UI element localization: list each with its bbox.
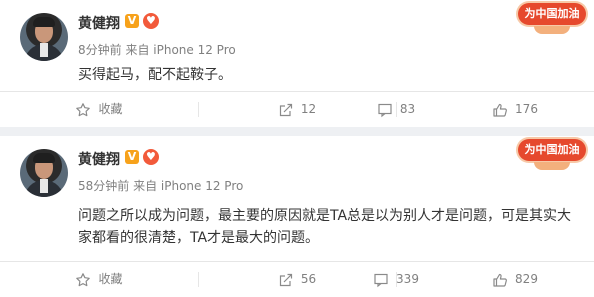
brand-badge: 为中国加油 — [518, 139, 586, 161]
star-icon — [76, 272, 91, 286]
post-text: 问题之所以成为问题，最主要的原因就是TA总是以为别人才是问题，可是其实大家都看的… — [78, 208, 572, 246]
comment-icon — [378, 103, 392, 117]
avatar-shirt — [40, 43, 48, 57]
author-name[interactable]: 黄健翔 — [78, 149, 120, 169]
verified-badge-icon: V — [125, 150, 139, 164]
avatar[interactable] — [20, 13, 68, 61]
repost-icon — [279, 273, 292, 286]
like-button[interactable]: 176 — [436, 92, 594, 127]
star-icon — [76, 102, 91, 116]
heart-badge-icon — [143, 13, 159, 29]
post-time-source[interactable]: 58分钟前 来自 iPhone 12 Pro — [78, 177, 243, 194]
heart-badge-icon — [143, 149, 159, 165]
favorite-label: 收藏 — [98, 272, 123, 286]
brand-badge-ribbon — [534, 26, 570, 34]
brand-badge: 为中国加油 — [518, 3, 586, 25]
favorite-label: 收藏 — [98, 102, 123, 116]
post-text: 买得起马，配不起鞍子。 — [78, 67, 232, 83]
author-name[interactable]: 黄健翔 — [78, 13, 120, 33]
thumbs-up-icon — [493, 103, 507, 117]
like-count: 176 — [515, 102, 538, 116]
like-button[interactable]: 829 — [436, 262, 594, 297]
weibo-post: 黄健翔 V 为中国加油 8分钟前 来自 iPhone 12 Pro 买得起马，配… — [0, 0, 594, 127]
brand-badge-ribbon — [534, 162, 570, 170]
repost-icon — [279, 103, 292, 116]
weibo-post: 黄健翔 V 为中国加油 58分钟前 来自 iPhone 12 Pro 问题之所以… — [0, 136, 594, 297]
favorite-button[interactable]: 收藏 — [0, 262, 198, 297]
like-count: 829 — [515, 272, 538, 286]
avatar-hair — [33, 153, 55, 163]
action-bar: 收藏 56 339 829 — [0, 261, 594, 297]
avatar[interactable] — [20, 149, 68, 197]
comment-count: 83 — [399, 102, 416, 116]
avatar-shirt — [40, 179, 48, 193]
verified-badge-icon: V — [125, 14, 139, 28]
favorite-button[interactable]: 收藏 — [0, 92, 198, 127]
comment-icon — [374, 273, 388, 287]
avatar-hair — [33, 17, 55, 27]
comment-count: 339 — [396, 272, 419, 286]
action-bar: 收藏 12 83 176 — [0, 91, 594, 127]
post-time-source[interactable]: 8分钟前 来自 iPhone 12 Pro — [78, 41, 236, 58]
thumbs-up-icon — [493, 273, 507, 287]
